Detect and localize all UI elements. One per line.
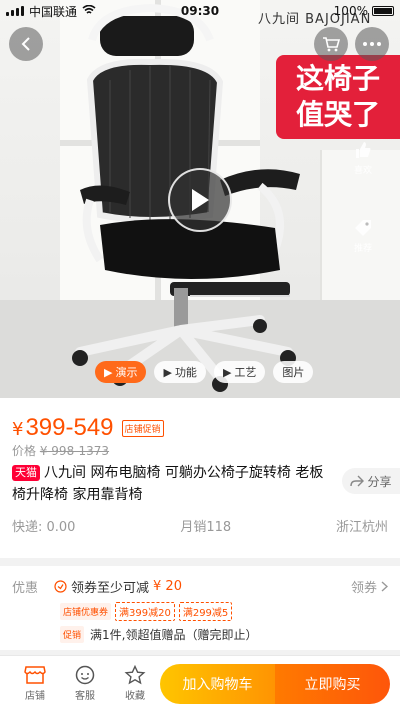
ship-from-location: 浙江杭州 [335, 520, 388, 535]
coupon-title: 领券至少可减 ¥ 20 [54, 577, 182, 596]
promo-banner-line2: 值哭了 [295, 98, 380, 131]
media-tabs: ▶ 演示 ▶ 功能 ▶ 工艺 图片 [95, 361, 314, 383]
product-title-text: 八九间 网布电脑椅 可躺办公椅子旋转椅 老板椅升降椅 家用靠背椅 [12, 465, 324, 503]
play-icon: ▶ [104, 365, 113, 379]
shipping-sales-row: 快递: 0.00 月销118 浙江杭州 [12, 516, 388, 535]
monthly-sales: 月销118 [180, 520, 232, 535]
bottom-action-bar: 店铺 客服 收藏 加入购物车 立即购买 [0, 655, 400, 711]
customer-service-button[interactable]: 客服 [60, 665, 110, 702]
favorite-button[interactable]: 收藏 [110, 665, 160, 702]
promo-tag: 促销 [60, 625, 85, 643]
price-value: 399-549 [25, 414, 114, 441]
tab-function-label: 功能 [174, 366, 197, 379]
star-icon [124, 665, 146, 685]
share-label: 分享 [367, 474, 392, 489]
coupon-icon [54, 579, 67, 593]
get-coupon-label: 领券 [350, 580, 377, 596]
tmall-badge: 天猫 [12, 465, 40, 481]
thumbs-up-icon [356, 142, 371, 158]
share-button[interactable]: 分享 [342, 468, 400, 494]
play-icon: ▶ [222, 365, 232, 379]
tab-images[interactable]: 图片 [273, 361, 314, 383]
get-coupon-link[interactable]: 领券 [351, 577, 388, 596]
tab-demo[interactable]: ▶ 演示 [95, 361, 147, 383]
coupon-chip[interactable]: 满299减5 [178, 601, 233, 621]
play-icon [192, 189, 209, 211]
promo-text: 满1件,领超值赠品（赠完即止） [90, 627, 258, 642]
buy-now-button[interactable]: 立即购买 [275, 663, 390, 704]
more-button[interactable] [355, 27, 389, 61]
tab-images-label: 图片 [282, 366, 305, 379]
promo-label: 优惠 [12, 580, 39, 596]
battery-percent: 100% [333, 4, 368, 18]
cart-icon [323, 37, 340, 52]
signal-icon [6, 6, 24, 16]
tab-function[interactable]: ▶ 功能 [154, 361, 206, 383]
back-button[interactable] [9, 27, 43, 61]
coupon-title-text: 领券至少可减 [71, 580, 150, 596]
coupon-amount: ¥ 20 [153, 578, 182, 594]
product-title: 天猫 八九间 网布电脑椅 可躺办公椅子旋转椅 老板椅升降椅 家用靠背椅 [12, 462, 334, 506]
chevron-left-icon [21, 37, 30, 51]
play-icon: ▶ [163, 365, 172, 379]
coupon-chip[interactable]: 满399减20 [115, 601, 175, 621]
store-coupon-tag: 店铺优惠券 [60, 602, 112, 620]
store-icon [24, 666, 46, 684]
chat-smile-icon [75, 665, 95, 685]
like-action[interactable]: 喜欢 [348, 140, 378, 176]
share-icon [350, 475, 365, 487]
status-time: 09:30 [180, 4, 220, 18]
recommend-action[interactable]: 推荐 [348, 218, 378, 254]
battery-icon [371, 6, 394, 16]
cart-button[interactable] [314, 27, 348, 61]
tab-demo-label: 演示 [115, 366, 138, 379]
original-price-label: 价格 [12, 444, 37, 458]
product-info: ¥ 399-549 店铺促销 价格 ¥ 998-1373 天猫 八九间 网布电脑椅… [0, 398, 400, 558]
gift-promo-row: 促销 满1件,领超值赠品（赠完即止） [60, 622, 388, 646]
shop-label: 店铺 [25, 691, 45, 702]
promotion-section[interactable]: 优惠 领券至少可减 ¥ 20 领券 店铺优惠券 满399减20 满299减5 促… [0, 566, 400, 650]
play-video-button[interactable] [168, 168, 232, 232]
tab-craft-label: 工艺 [234, 366, 257, 379]
price-currency: ¥ [12, 419, 24, 440]
favorite-label: 收藏 [125, 691, 145, 702]
promo-banner-line1: 这椅子 [295, 62, 380, 95]
price-badge: 店铺促销 [121, 420, 164, 437]
more-icon [363, 42, 381, 46]
wifi-icon [82, 4, 96, 18]
status-bar: 中国联通 09:30 100% [0, 0, 400, 22]
original-price-row: 价格 ¥ 998-1373 [12, 442, 388, 460]
coupon-tags: 店铺优惠券 满399减20 满299减5 [60, 600, 388, 622]
original-price: ¥ 998-1373 [39, 444, 110, 458]
carrier-name: 中国联通 [29, 4, 78, 19]
purchase-actions: 加入购物车 立即购买 [160, 663, 390, 704]
service-label: 客服 [75, 691, 95, 702]
add-to-cart-button[interactable]: 加入购物车 [160, 663, 275, 704]
like-label: 喜欢 [353, 166, 372, 176]
product-image-gallery[interactable]: 中国联通 09:30 100% 八九间 BAJOJIAN 这椅子 值哭了 喜欢 … [0, 0, 400, 398]
tab-craft[interactable]: ▶ 工艺 [213, 361, 266, 383]
shop-button[interactable]: 店铺 [10, 665, 60, 702]
chevron-right-icon [381, 580, 388, 592]
tag-icon [355, 220, 371, 236]
product-title-row: 天猫 八九间 网布电脑椅 可躺办公椅子旋转椅 老板椅升降椅 家用靠背椅 [12, 462, 388, 506]
price-row: ¥ 399-549 店铺促销 [12, 414, 388, 444]
promo-banner: 这椅子 值哭了 [276, 55, 400, 139]
coupon-row[interactable]: 优惠 领券至少可减 ¥ 20 领券 [12, 572, 388, 600]
shipping-fee: 快递: 0.00 [12, 520, 76, 535]
recommend-label: 推荐 [353, 244, 372, 254]
